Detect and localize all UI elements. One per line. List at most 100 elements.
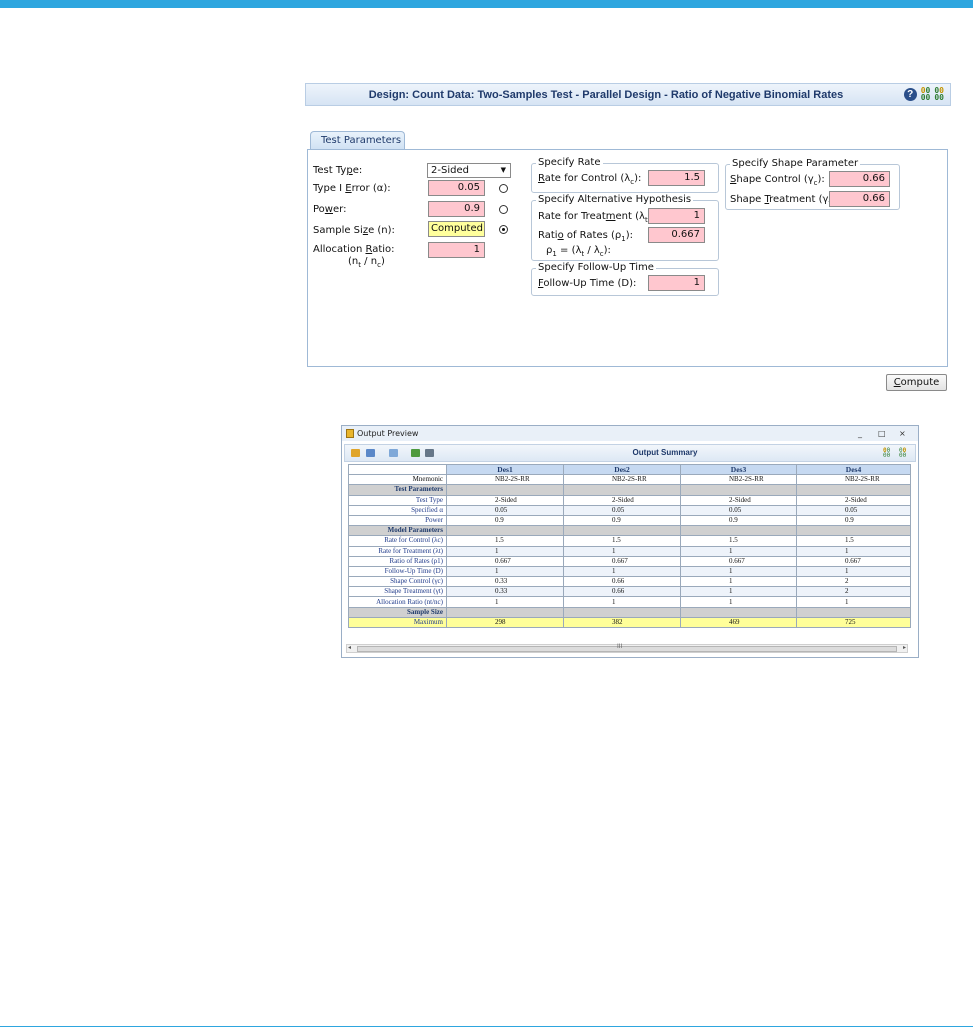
ratio-of-rates-label: Ratio of Rates (ρ1): xyxy=(538,230,634,243)
app-icon xyxy=(346,429,354,438)
table-cell: 0.667 xyxy=(563,555,681,567)
table-cell: 0.667 xyxy=(680,555,797,567)
scroll-right-icon[interactable]: ▸ xyxy=(903,644,906,651)
treatment-rate-input[interactable]: 1 xyxy=(648,208,705,224)
help-icon[interactable]: ? xyxy=(903,87,917,101)
table-cell: 2 xyxy=(796,576,911,588)
output-preview-titlebar: Output Preview _ □ × xyxy=(342,426,918,441)
table-cell: 469 xyxy=(680,616,797,629)
table-cell: 1 xyxy=(796,545,911,557)
open-icon[interactable] xyxy=(351,449,360,457)
allocation-ratio-input[interactable]: 1 xyxy=(428,242,485,258)
table-cell: 0.66 xyxy=(563,586,681,598)
table-cell xyxy=(563,525,681,537)
table-corner xyxy=(348,463,447,476)
input-output-icon[interactable]: 00 00 xyxy=(921,87,931,102)
table-cell: 1 xyxy=(446,545,564,557)
table-cell: 0.9 xyxy=(446,514,564,527)
row-label: Ratio of Rates (ρ1) xyxy=(348,555,447,567)
table-row: Shape Treatment (γt) 0.33 0.66 1 2 xyxy=(348,586,911,598)
table-cell: 2-Sided xyxy=(563,494,681,506)
allocation-ratio-sublabel: (nt / nc) xyxy=(348,256,385,269)
table-icon[interactable] xyxy=(389,449,398,457)
section-row: Model Parameters xyxy=(348,525,911,537)
minimize-icon[interactable]: _ xyxy=(858,426,862,441)
followup-time-label: Follow-Up Time (D): xyxy=(538,278,637,289)
table-cell: 0.05 xyxy=(563,504,681,516)
table-row: Specified α 0.05 0.05 0.05 0.05 xyxy=(348,504,911,516)
row-label: Model Parameters xyxy=(348,525,447,537)
sample-size-radio[interactable] xyxy=(499,225,508,234)
scroll-left-icon[interactable]: ◂ xyxy=(348,644,351,651)
table-row: Test Type 2-Sided 2-Sided 2-Sided 2-Sided xyxy=(348,494,911,506)
design-title: Design: Count Data: Two-Samples Test - P… xyxy=(368,89,844,101)
input-output-icon[interactable]: 00 00 xyxy=(934,87,944,102)
column-header: Des4 xyxy=(796,463,911,476)
control-rate-input[interactable]: 1.5 xyxy=(648,170,705,186)
followup-group-title: Specify Follow-Up Time xyxy=(536,262,656,273)
alpha-input[interactable]: 0.05 xyxy=(428,180,485,196)
table-cell: 1 xyxy=(563,565,681,578)
table-cell: 1 xyxy=(680,596,797,608)
power-input[interactable]: 0.9 xyxy=(428,201,485,217)
table-cell: 1.5 xyxy=(563,535,681,547)
bottom-accent-line xyxy=(0,1026,973,1027)
shape-treatment-input[interactable]: 0.66 xyxy=(829,191,890,207)
tab-test-parameters[interactable]: Test Parameters xyxy=(310,131,405,150)
row-label: Test Type xyxy=(348,494,447,506)
table-cell: 1 xyxy=(796,565,911,578)
output-summary-title: Output Summary xyxy=(632,448,698,457)
table-cell: 2 xyxy=(796,586,911,598)
table-cell: 1.5 xyxy=(796,535,911,547)
table-cell xyxy=(796,484,911,496)
print-icon[interactable] xyxy=(425,449,434,457)
table-cell: 2-Sided xyxy=(796,494,911,506)
scrollbar-thumb[interactable] xyxy=(357,646,897,652)
table-cell: 0.66 xyxy=(563,576,681,588)
table-row: Follow-Up Time (D) 1 1 1 1 xyxy=(348,565,911,578)
row-label: Sample Size xyxy=(348,606,447,618)
table-row: Allocation Ratio (nt/nc) 1 1 1 1 xyxy=(348,596,911,608)
close-icon[interactable]: × xyxy=(899,426,906,441)
rate-group-title: Specify Rate xyxy=(536,157,603,168)
column-header: Des3 xyxy=(680,463,797,476)
input-output-icon[interactable]: 00 00 xyxy=(883,448,890,459)
row-label: Rate for Control (λc) xyxy=(348,535,447,547)
shape-control-input[interactable]: 0.66 xyxy=(829,171,890,187)
table-cell: 0.05 xyxy=(446,504,564,516)
table-cell: 0.667 xyxy=(446,555,564,567)
alpha-radio[interactable] xyxy=(499,184,508,193)
shape-treatment-label: Shape Treatment (γt): xyxy=(730,194,838,207)
table-cell: 1 xyxy=(680,586,797,598)
plot-icon[interactable] xyxy=(411,449,420,457)
section-row: Test Parameters xyxy=(348,484,911,496)
ratio-of-rates-input[interactable]: 0.667 xyxy=(648,227,705,243)
table-cell xyxy=(680,525,797,537)
table-cell xyxy=(680,484,797,496)
table-cell: 1 xyxy=(680,565,797,578)
save-icon[interactable] xyxy=(366,449,375,457)
table-cell: 2-Sided xyxy=(446,494,564,506)
allocation-ratio-label: Allocation Ratio: xyxy=(313,244,395,255)
row-label: Allocation Ratio (nt/nc) xyxy=(348,596,447,608)
followup-time-input[interactable]: 1 xyxy=(648,275,705,291)
compute-button[interactable]: Compute xyxy=(886,374,947,391)
table-body: Mnemonic NB2-2S-RR NB2-2S-RR NB2-2S-RR NB2-2… xyxy=(348,474,911,629)
column-header: Des2 xyxy=(563,463,681,476)
table-cell xyxy=(446,525,564,537)
table-cell xyxy=(796,606,911,618)
table-cell: NB2-2S-RR xyxy=(446,474,564,486)
output-summary-table: Des1 Des2 Des3 Des4 Mnemonic NB2-2S-RR NB2… xyxy=(348,463,911,629)
table-cell: NB2-2S-RR xyxy=(563,474,681,486)
output-toolbar: Output Summary 00 00 00 00 xyxy=(344,444,916,462)
table-header-row: Des1 Des2 Des3 Des4 xyxy=(348,463,911,476)
table-cell: 0.05 xyxy=(796,504,911,516)
test-type-select[interactable]: 2-Sided ▼ xyxy=(427,163,511,178)
maximize-icon[interactable]: □ xyxy=(878,426,886,441)
sample-size-label: Sample Size (n): xyxy=(313,225,395,236)
table-cell: 0.9 xyxy=(563,514,681,527)
alpha-label: Type I Error (α): xyxy=(313,183,391,194)
horizontal-scrollbar[interactable]: ◂ III ▸ xyxy=(346,643,908,653)
input-output-icon[interactable]: 00 00 xyxy=(899,448,906,459)
power-radio[interactable] xyxy=(499,205,508,214)
